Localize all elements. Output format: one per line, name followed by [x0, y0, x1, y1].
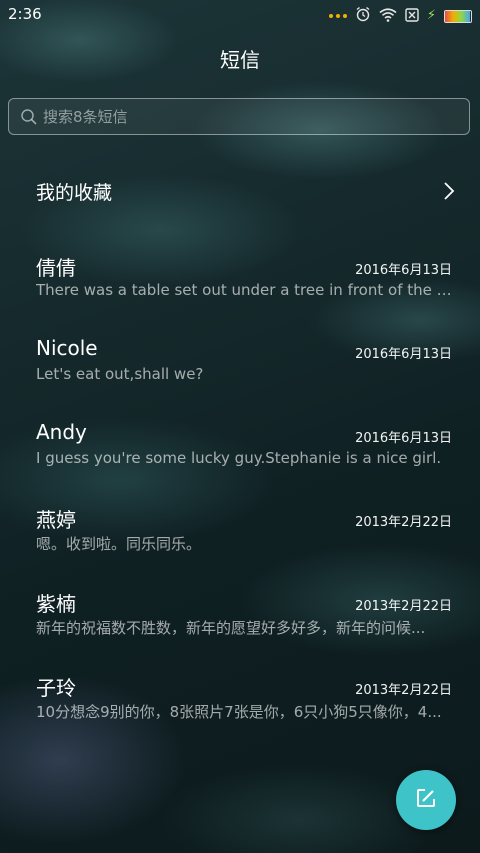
- status-bar: 2:36 ⚡: [0, 0, 480, 28]
- more-dots-icon: [328, 14, 347, 18]
- wifi-icon: [379, 7, 397, 26]
- conversation-item[interactable]: 紫楠 2013年2月22日 新年的祝福数不胜数，新年的愿望好多好多，新年的问候.…: [0, 584, 480, 668]
- search-icon: [19, 107, 39, 127]
- conversation-item[interactable]: Andy 2016年6月13日 I guess you're some luck…: [0, 416, 480, 500]
- message-date: 2016年6月13日: [355, 347, 452, 362]
- alarm-icon: [355, 6, 371, 26]
- favorites-row[interactable]: 我的收藏: [0, 168, 480, 214]
- contact-name: Andy: [36, 420, 87, 444]
- contact-name: 倩倩: [36, 256, 76, 280]
- battery-level: [445, 10, 470, 22]
- message-date: 2013年2月22日: [355, 683, 452, 698]
- message-date: 2013年2月22日: [355, 599, 452, 614]
- message-preview: Let's eat out,shall we?: [36, 365, 204, 383]
- no-sim-icon: [405, 7, 419, 26]
- compose-icon: [415, 787, 437, 813]
- message-preview: I guess you're some lucky guy.Stephanie …: [36, 449, 442, 467]
- message-date: 2016年6月13日: [355, 263, 452, 278]
- contact-name: 燕婷: [36, 508, 76, 532]
- conversation-item[interactable]: Nicole 2016年6月13日 Let's eat out,shall we…: [0, 332, 480, 416]
- message-preview: 10分想念9别的你，8张照片7张是你，6只小狗5只像你，4...: [36, 703, 442, 721]
- status-time: 2:36: [8, 5, 42, 23]
- battery-icon: [444, 9, 472, 23]
- chevron-right-icon: [442, 180, 456, 202]
- charging-icon: ⚡: [426, 8, 436, 23]
- contact-name: 紫楠: [36, 592, 76, 616]
- message-preview: 嗯。收到啦。同乐同乐。: [36, 535, 202, 553]
- conversation-item[interactable]: 燕婷 2013年2月22日 嗯。收到啦。同乐同乐。: [0, 500, 480, 584]
- search-bar[interactable]: [8, 98, 470, 135]
- page-title: 短信: [220, 48, 260, 72]
- message-date: 2016年6月13日: [355, 431, 452, 446]
- conversation-item[interactable]: 倩倩 2016年6月13日 There was a table set out …: [0, 248, 480, 332]
- status-icons: ⚡: [328, 6, 472, 26]
- search-input[interactable]: [43, 107, 469, 126]
- contact-name: 子玲: [36, 676, 76, 700]
- favorites-label: 我的收藏: [36, 181, 113, 204]
- message-preview: There was a table set out under a tree i…: [36, 281, 452, 299]
- contact-name: Nicole: [36, 336, 98, 360]
- conversation-item[interactable]: 子玲 2013年2月22日 10分想念9别的你，8张照片7张是你，6只小狗5只像…: [0, 668, 480, 752]
- compose-button[interactable]: [396, 770, 456, 830]
- conversation-list: 倩倩 2016年6月13日 There was a table set out …: [0, 248, 480, 752]
- message-date: 2013年2月22日: [355, 515, 452, 530]
- message-preview: 新年的祝福数不胜数，新年的愿望好多好多，新年的问候...: [36, 619, 426, 637]
